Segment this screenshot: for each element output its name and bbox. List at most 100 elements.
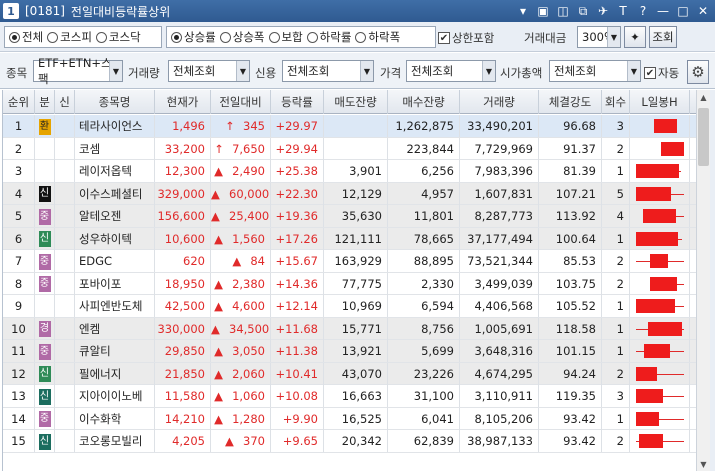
table-row[interactable]: 3 레이저옵텍 12,300 ▲ 2,490 +25.38 3,901 6,256 7,983,…: [3, 160, 697, 183]
table-row[interactable]: 9 사피엔반도체 42,500 ▲ 4,600 +12.14 10,969 6,594 4,40…: [3, 295, 697, 318]
price-cell: 330,000: [155, 317, 211, 340]
change-cell: ▲ 25,400: [211, 205, 271, 227]
category-badge: 신: [38, 366, 51, 382]
split-icon[interactable]: ◫: [555, 3, 571, 19]
auto-checkbox[interactable]: ✔ 자동: [644, 65, 679, 81]
market-radio-kosdaq[interactable]: 코스닥: [95, 29, 141, 45]
sort-radio-group: 상승률 상승폭 보합 하락률 하락폭: [166, 26, 436, 48]
sort-radio-rise-rate[interactable]: 상승률: [171, 29, 216, 45]
limit-include-checkbox[interactable]: ✔ 상한포함: [438, 30, 494, 46]
up-triangle-icon: ▲: [211, 209, 220, 223]
change-cell: ▲ 370: [211, 430, 271, 452]
column-header[interactable]: 매도잔량: [324, 90, 388, 114]
column-header[interactable]: 순위: [3, 90, 35, 114]
market-radio-kospi[interactable]: 코스피: [47, 29, 92, 45]
change-value: 1,280: [232, 411, 265, 426]
sort-radio-fall-amount[interactable]: 하락폭: [355, 29, 400, 45]
memo-icon[interactable]: ▣: [535, 3, 551, 19]
ask-qty-cell: 16,663: [324, 385, 388, 407]
price-select[interactable]: 전체조회 ▼: [406, 60, 496, 82]
maximize-icon[interactable]: □: [675, 3, 691, 19]
pin-icon[interactable]: ✈: [595, 3, 611, 19]
column-header[interactable]: 전일대비: [211, 90, 271, 114]
market-radio-all[interactable]: 전체: [9, 29, 43, 45]
sort-radio-flat[interactable]: 보합: [268, 29, 303, 45]
category-badge: 환: [38, 118, 51, 135]
table-row[interactable]: 13 신 지아이이노베 11,580 ▲ 1,060 +10.08 16,663 31,100 3…: [3, 385, 697, 408]
sort-radio-fall-rate[interactable]: 하락률: [306, 29, 351, 45]
column-header[interactable]: 분: [35, 90, 55, 114]
scroll-up-icon[interactable]: ▲: [697, 90, 710, 104]
category-cell: 신: [35, 182, 55, 205]
item-type-select[interactable]: ETF+ETN+스팩 ▼: [33, 56, 123, 86]
strength-cell: 100.64: [539, 227, 602, 250]
volume-cell: 3,499,039: [460, 272, 539, 295]
column-header[interactable]: 종목명: [75, 90, 155, 114]
daily-candle-cell: [630, 137, 690, 160]
column-header[interactable]: 거래량: [460, 90, 539, 114]
minimize-icon[interactable]: —: [655, 3, 671, 19]
strength-cell: 81.39: [539, 160, 602, 182]
sort-tool-button[interactable]: ✦: [624, 26, 646, 48]
table-row[interactable]: 14 중 이수화학 14,210 ▲ 1,280 +9.90 16,525 6,041 8,105…: [3, 407, 697, 430]
rank-cell: 2: [3, 137, 35, 160]
rate-cell: +14.36: [271, 272, 324, 295]
window-number: 1: [3, 3, 19, 19]
bid-qty-cell: 6,041: [388, 407, 460, 430]
column-header[interactable]: 매수잔량: [388, 90, 460, 114]
table-row[interactable]: 11 중 큐알티 29,850 ▲ 3,050 +11.38 13,921 5,699 3,648…: [3, 340, 697, 363]
daily-candle-cell: [630, 115, 690, 137]
column-header[interactable]: 회수: [602, 90, 630, 114]
change-cell: ▲ 60,000: [211, 182, 271, 205]
volume-cell: 4,406,568: [460, 295, 539, 317]
trade-amount-select[interactable]: 300억 ▼: [577, 26, 621, 48]
help-icon[interactable]: ?: [635, 3, 651, 19]
credit-cell: [55, 115, 75, 137]
column-header[interactable]: 신: [55, 90, 75, 114]
change-value: 34,500: [229, 321, 270, 336]
market-cap-select[interactable]: 전체조회 ▼: [549, 60, 641, 82]
column-header[interactable]: 체결강도: [539, 90, 602, 114]
chevron-down-icon: ▼: [236, 61, 249, 81]
table-row[interactable]: 10 경 엔켐 330,000 ▲ 34,500 +11.68 15,771 8,756 1,00…: [3, 317, 697, 340]
bid-qty-cell: 11,801: [388, 205, 460, 227]
stock-name-cell: 성우하이텍: [75, 227, 155, 250]
credit-select[interactable]: 전체조회 ▼: [282, 60, 374, 82]
candle-body: [636, 231, 678, 246]
table-row[interactable]: 8 중 포바이포 18,950 ▲ 2,380 +14.36 77,775 2,330 3,499…: [3, 272, 697, 295]
column-header[interactable]: 등락률: [271, 90, 324, 114]
table-row[interactable]: 4 신 이수스페셜티 329,000 ▲ 60,000 +22.30 12,129 4,957 1…: [3, 182, 697, 205]
credit-cell: [55, 272, 75, 295]
scroll-thumb[interactable]: [698, 108, 709, 166]
rate-cell: +11.68: [271, 317, 324, 340]
font-icon[interactable]: T: [615, 3, 631, 19]
table-row[interactable]: 7 중 EDGC 620 ▲ 84 +15.67 163,929 88,895 73,521,34…: [3, 250, 697, 273]
rank-cell: 1: [3, 115, 35, 137]
category-badge: 신: [38, 186, 51, 202]
list-icon[interactable]: ▾: [515, 3, 531, 19]
count-cell: 1: [602, 340, 630, 362]
close-icon[interactable]: ✕: [695, 3, 711, 19]
ask-qty-cell: 16,525: [324, 407, 388, 430]
daily-candle-cell: [630, 317, 690, 340]
table-row[interactable]: 6 신 성우하이텍 10,600 ▲ 1,560 +17.26 121,111 78,665 37…: [3, 227, 697, 250]
ask-qty-cell: 15,771: [324, 317, 388, 340]
scroll-down-icon[interactable]: ▼: [697, 457, 710, 471]
column-header[interactable]: 현재가: [155, 90, 211, 114]
count-cell: 2: [602, 362, 630, 385]
table-row[interactable]: 15 신 코오롱모빌리 4,205 ▲ 370 +9.65 20,342 62,839 38,98…: [3, 430, 697, 453]
category-badge: 신: [38, 433, 51, 450]
vertical-scrollbar[interactable]: ▲ ▼: [696, 90, 710, 471]
settings-button[interactable]: ⚙: [687, 60, 709, 84]
query-button[interactable]: 조회: [649, 26, 677, 48]
volume-cell: 3,648,316: [460, 340, 539, 362]
table-row[interactable]: 12 신 필에너지 21,850 ▲ 2,060 +10.41 43,070 23,226 4,6…: [3, 362, 697, 385]
volume-cell: 8,105,206: [460, 407, 539, 430]
table-row[interactable]: 5 중 알테오젠 156,600 ▲ 25,400 +19.36 35,630 11,801 8,…: [3, 205, 697, 228]
volume-select[interactable]: 전체조회 ▼: [168, 60, 250, 82]
table-row[interactable]: 2 코셈 33,200 ↑ 7,650 +29.94 223,844 7,729,969 91.…: [3, 137, 697, 160]
table-row[interactable]: 1 환 테라사이언스 1,496 ↑ 345 +29.97 1,262,875 33,490,2…: [3, 115, 697, 138]
link-icon[interactable]: ⧉: [575, 3, 591, 19]
column-header[interactable]: L일봉H: [630, 90, 690, 114]
sort-radio-rise-amount[interactable]: 상승폭: [219, 29, 265, 45]
